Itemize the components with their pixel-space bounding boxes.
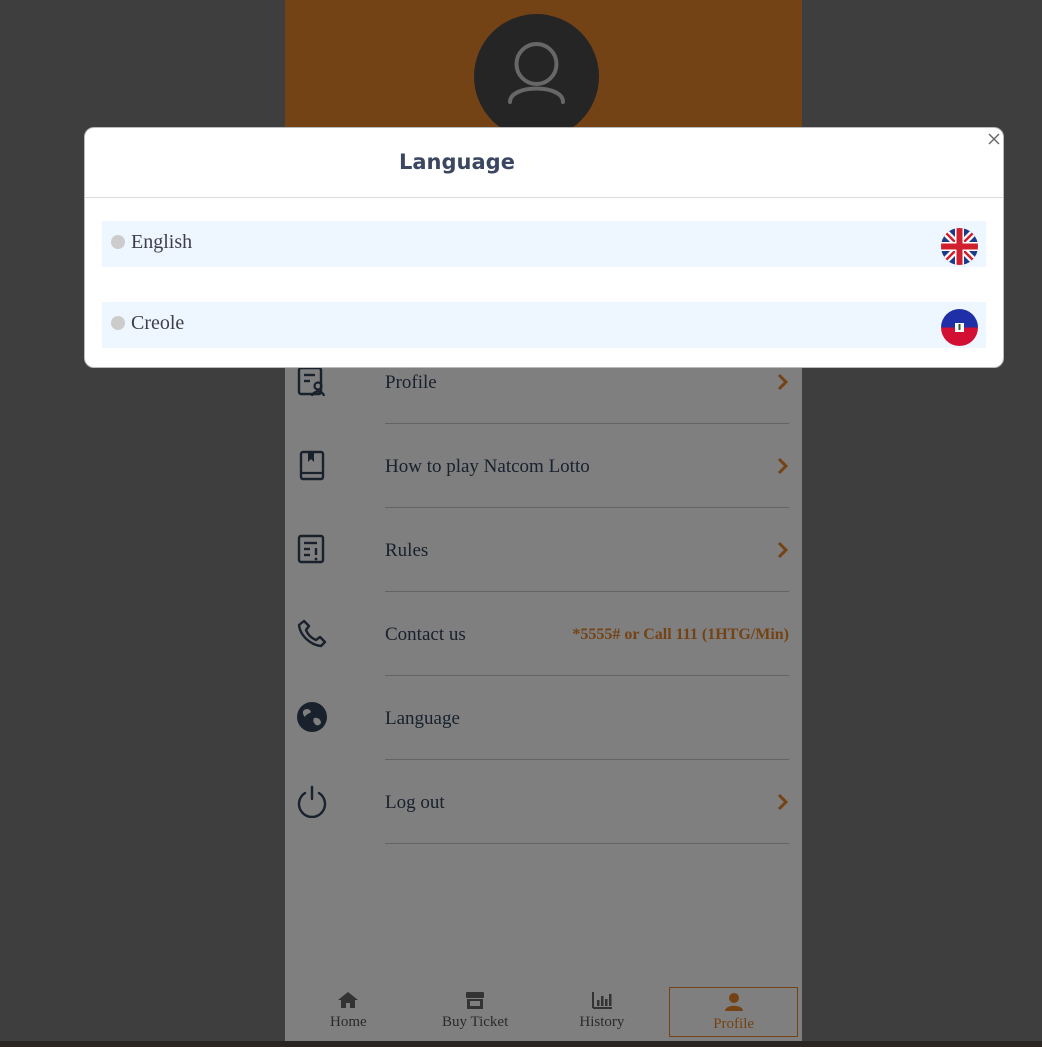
radio-button[interactable] — [111, 235, 125, 249]
uk-flag-icon — [941, 228, 978, 265]
bottom-edge-strip — [0, 1041, 1042, 1047]
modal-title: Language — [399, 150, 515, 174]
language-option-english[interactable]: English — [102, 221, 986, 267]
haiti-flag-icon — [941, 309, 978, 346]
language-modal: Language English Creole — [84, 127, 1004, 368]
radio-button[interactable] — [111, 316, 125, 330]
language-label: English — [131, 231, 193, 253]
divider — [85, 197, 1003, 198]
language-option-creole[interactable]: Creole — [102, 302, 986, 348]
language-label: Creole — [131, 312, 185, 334]
close-icon[interactable] — [987, 132, 1001, 146]
